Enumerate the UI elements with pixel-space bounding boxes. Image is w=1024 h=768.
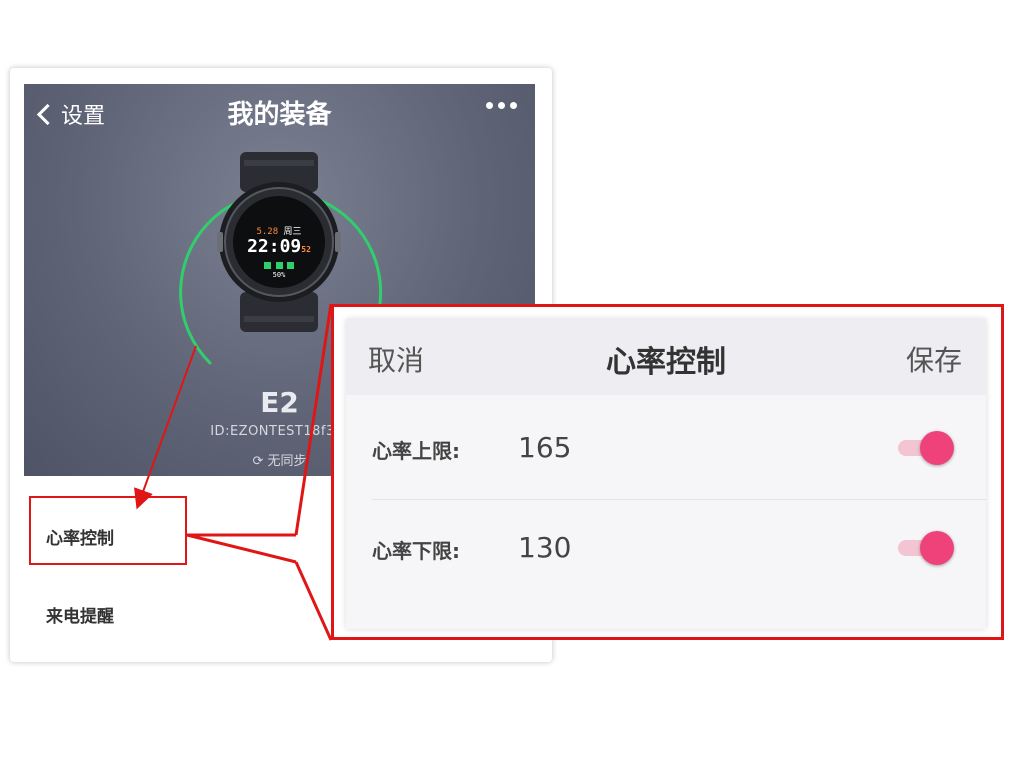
zoom-panel: 取消 心率控制 保存 心率上限: 165 心率下限: 130 xyxy=(331,304,1004,640)
heart-rate-dialog: 取消 心率控制 保存 心率上限: 165 心率下限: 130 xyxy=(346,319,986,629)
highlight-box xyxy=(29,496,187,565)
page-title: 我的装备 xyxy=(227,100,332,130)
sync-icon: ⟳ xyxy=(252,454,264,469)
upper-limit-label: 心率上限: xyxy=(372,439,460,463)
menu-item-label: 来电提醒 xyxy=(46,607,114,627)
save-button[interactable]: 保存 xyxy=(906,339,962,379)
dialog-title: 心率控制 xyxy=(606,345,726,380)
more-icon[interactable] xyxy=(486,102,517,109)
lower-limit-label: 心率下限: xyxy=(372,539,460,563)
upper-limit-toggle[interactable] xyxy=(898,431,954,465)
watch-battery: 50% xyxy=(272,271,286,279)
watch-face: 5.28 周三 22:0952 50% 上午 xyxy=(244,224,314,279)
lower-limit-row: 心率下限: 130 xyxy=(372,501,986,599)
upper-limit-value[interactable]: 165 xyxy=(518,431,571,464)
sync-status-text: 无同步 xyxy=(267,454,307,469)
lower-limit-toggle[interactable] xyxy=(898,531,954,565)
watch-time: 22:09 xyxy=(247,236,302,257)
dialog-header: 取消 心率控制 保存 xyxy=(346,319,986,395)
watch-seconds: 52 xyxy=(301,245,311,254)
upper-limit-row: 心率上限: 165 xyxy=(372,401,986,500)
lower-limit-value[interactable]: 130 xyxy=(518,531,571,564)
